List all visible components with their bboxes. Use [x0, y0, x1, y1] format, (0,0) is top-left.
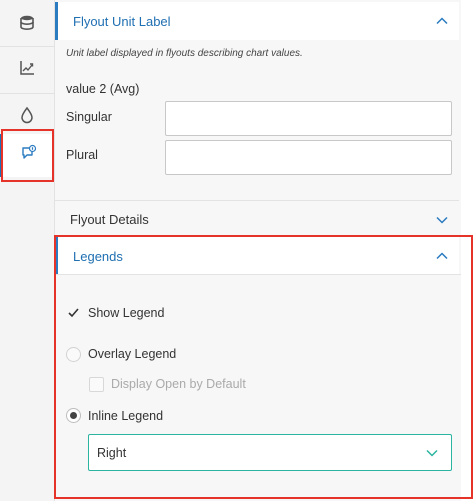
chevron-up-icon [435, 249, 449, 263]
display-open-checkbox[interactable] [89, 377, 104, 392]
inline-legend-radio[interactable] [66, 408, 81, 423]
icon-rail [0, 0, 55, 501]
chart-axis-icon [18, 59, 36, 82]
flyout-details-header[interactable]: Flyout Details [55, 200, 459, 238]
chevron-up-icon [435, 14, 449, 28]
legend-position-value: Right [97, 445, 127, 460]
show-legend-label: Show Legend [88, 306, 165, 320]
chevron-down-icon [425, 446, 439, 460]
legends-header[interactable]: Legends [55, 237, 459, 275]
flyout-unit-header[interactable]: Flyout Unit Label [55, 2, 459, 40]
overlay-legend-label: Overlay Legend [88, 347, 177, 361]
plural-label: Plural [66, 148, 98, 162]
flyout-details-title: Flyout Details [70, 211, 149, 227]
display-open-label: Display Open by Default [111, 377, 246, 391]
singular-input[interactable] [165, 101, 452, 136]
chevron-down-icon [435, 213, 449, 227]
show-legend-checkbox[interactable] [66, 305, 81, 320]
database-icon [18, 14, 36, 37]
inline-legend-label: Inline Legend [88, 409, 164, 423]
axes-tab[interactable] [0, 47, 54, 93]
drop-icon [18, 106, 36, 129]
legends-title: Legends [73, 248, 123, 264]
scrollbar[interactable] [461, 0, 474, 501]
flyout-tab[interactable] [0, 134, 54, 177]
overlay-legend-radio[interactable] [66, 347, 81, 362]
legend-position-select[interactable]: Right [88, 434, 452, 471]
singular-label: Singular [66, 110, 112, 124]
plural-input[interactable] [165, 140, 452, 175]
check-icon [68, 308, 79, 318]
data-tab[interactable] [0, 2, 54, 48]
comment-info-icon [20, 144, 38, 167]
flyout-unit-title: Flyout Unit Label [73, 13, 171, 29]
flyout-unit-hint: Unit label displayed in flyouts describi… [66, 48, 303, 59]
value-group-label: value 2 (Avg) [66, 82, 140, 96]
